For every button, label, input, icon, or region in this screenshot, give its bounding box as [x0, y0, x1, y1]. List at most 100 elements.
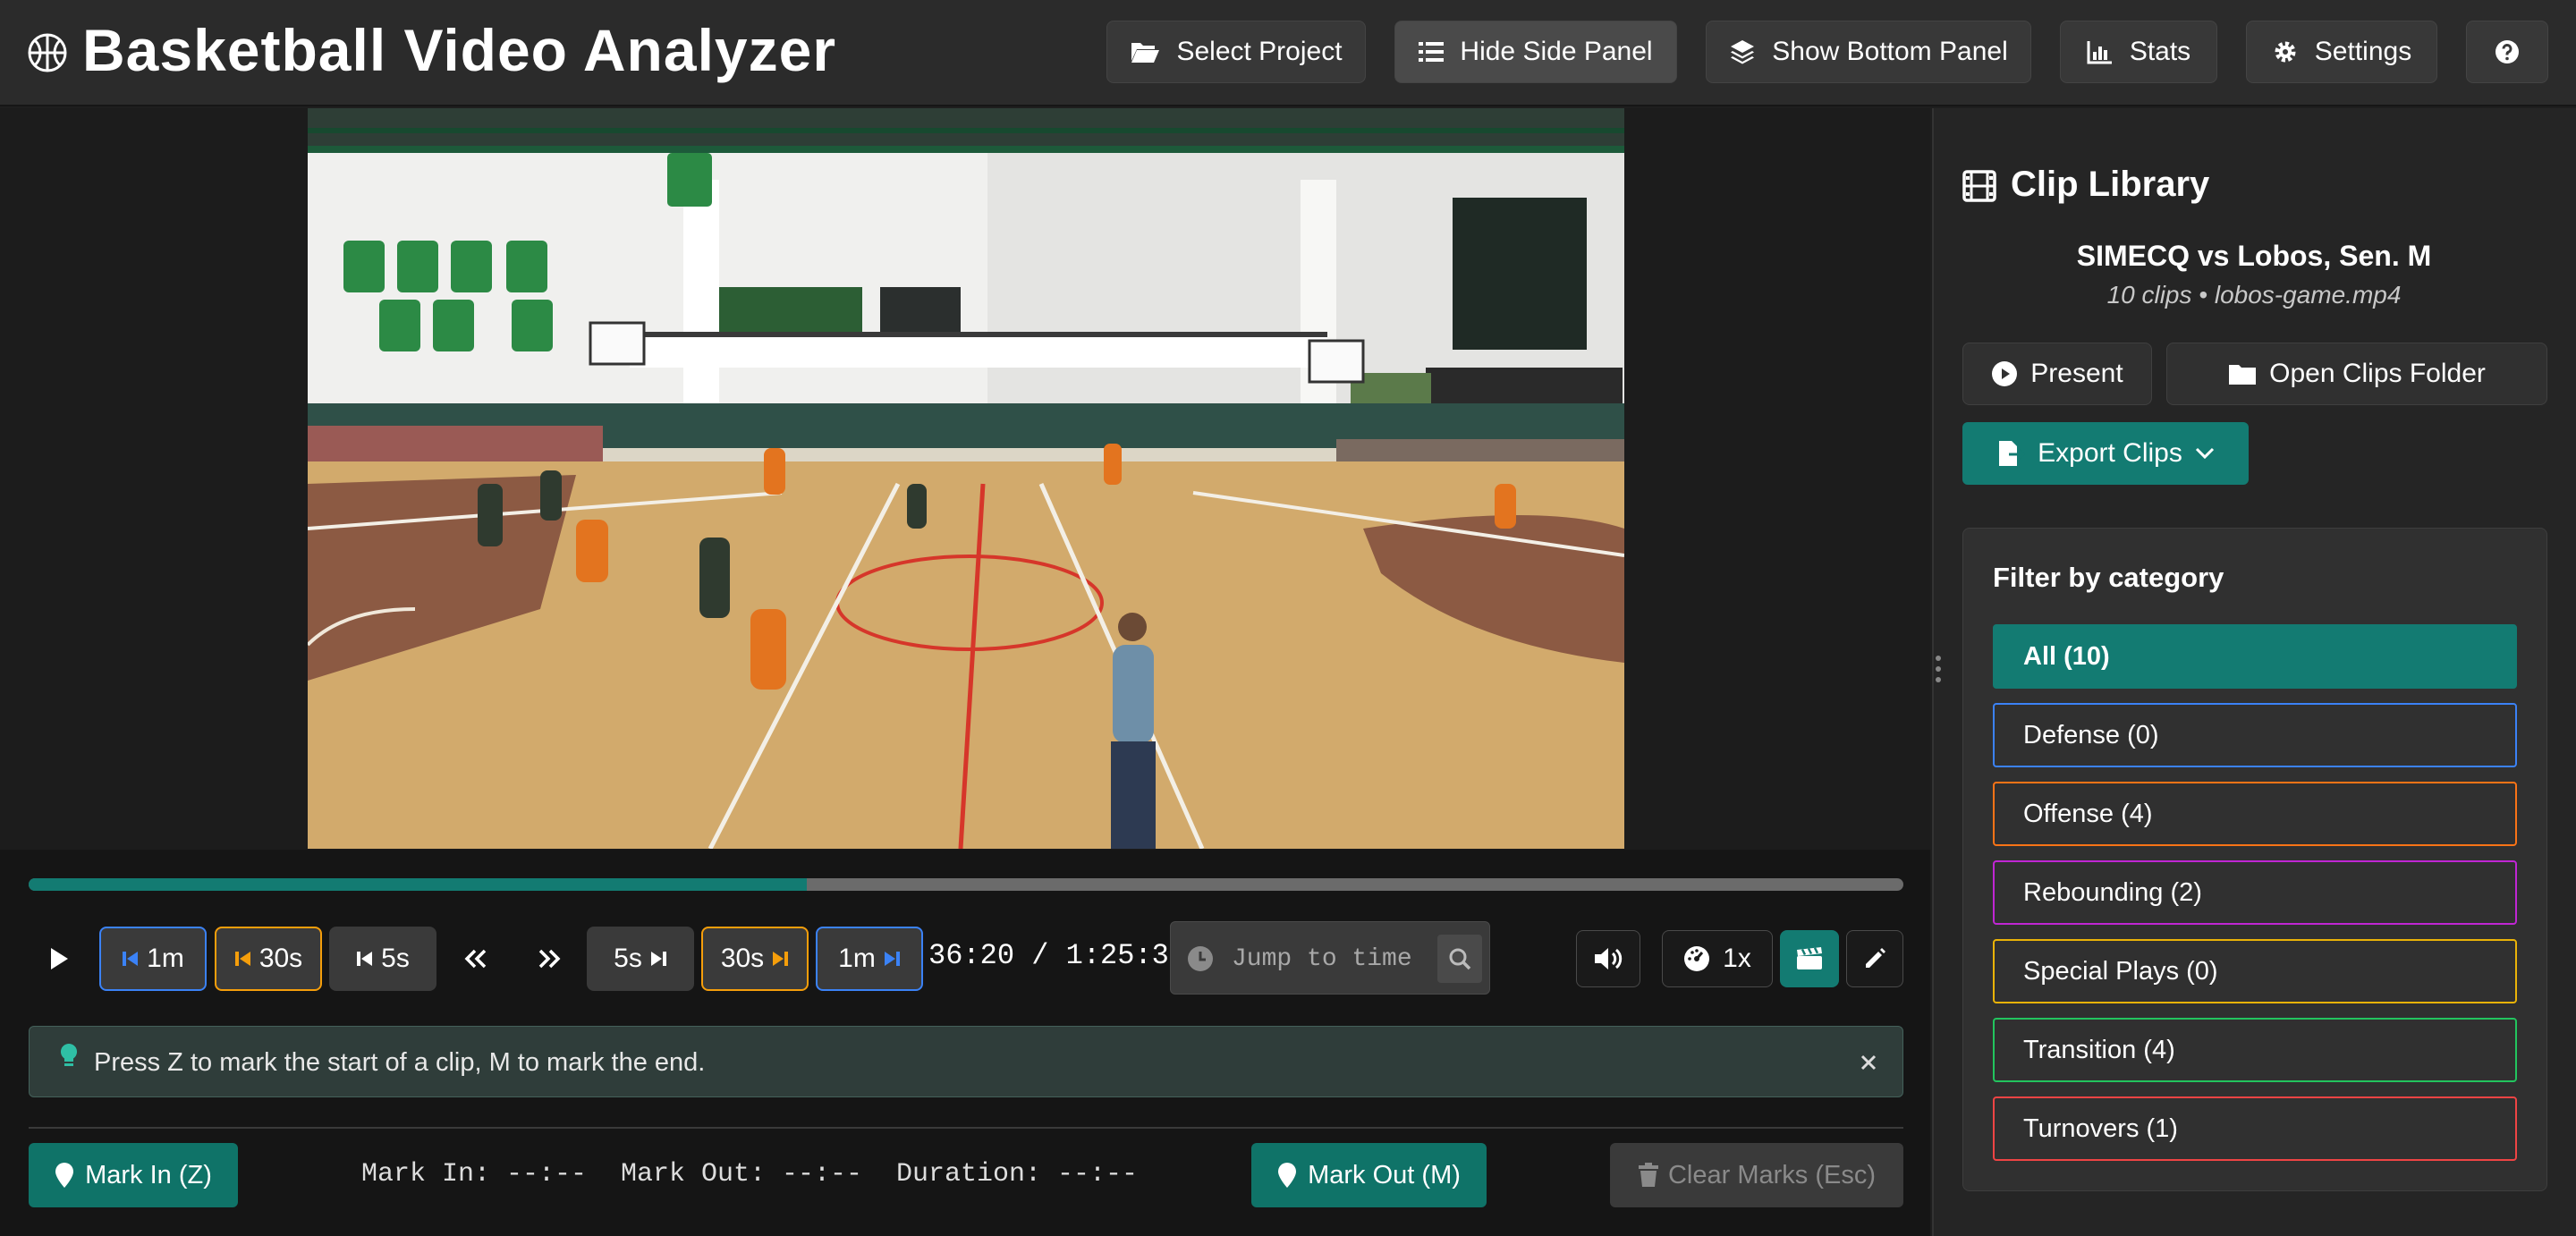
video-player[interactable] [308, 108, 1624, 849]
clip-mode-button[interactable] [1780, 930, 1839, 987]
mark-in-button-label: Mark In (Z) [85, 1160, 212, 1189]
skip-back-5s-button[interactable]: 5s [329, 927, 436, 991]
clear-marks-button[interactable]: Clear Marks (Esc) [1610, 1143, 1903, 1207]
help-button[interactable] [2466, 21, 2548, 83]
category-offense[interactable]: Offense (4) [1993, 782, 2517, 846]
category-turnovers[interactable]: Turnovers (1) [1993, 1096, 2517, 1161]
stats-label: Stats [2129, 37, 2191, 66]
present-label: Present [2030, 359, 2123, 388]
play-icon [49, 947, 69, 970]
question-circle-icon [2495, 39, 2520, 64]
skip-forward-1m-label: 1m [838, 944, 876, 973]
category-label: Special Plays (0) [2023, 956, 2218, 986]
playback-speed-label: 1x [1723, 944, 1751, 973]
present-button[interactable]: Present [1962, 343, 2152, 405]
chevron-down-icon [2195, 447, 2215, 460]
bar-chart-icon [2087, 39, 2114, 64]
project-name: SIMECQ vs Lobos, Sen. M [2076, 240, 2432, 272]
search-button[interactable] [1437, 935, 1482, 983]
app-title: Basketball Video Analyzer [82, 17, 837, 83]
export-clips-label: Export Clips [2038, 438, 2182, 468]
close-hint-button[interactable] [1852, 1046, 1885, 1079]
next-frame-button[interactable] [524, 927, 574, 991]
clear-marks-label: Clear Marks (Esc) [1667, 1160, 1876, 1189]
previous-frame-button[interactable] [451, 927, 501, 991]
mark-in-button[interactable]: Mark In (Z) [29, 1143, 238, 1207]
folder-open-icon [1130, 39, 1160, 64]
category-rebounding[interactable]: Rebounding (2) [1993, 860, 2517, 925]
mark-out-value: Mark Out: --:-- [621, 1159, 863, 1189]
open-clips-folder-button[interactable]: Open Clips Folder [2166, 343, 2547, 405]
category-label: Rebounding (2) [2023, 877, 2202, 907]
skip-forward-1m-button[interactable]: 1m [816, 927, 923, 991]
open-clips-folder-label: Open Clips Folder [2269, 359, 2486, 388]
clock-icon [1187, 945, 1214, 972]
play-circle-icon [1991, 360, 2018, 387]
skip-forward-5s-label: 5s [614, 944, 642, 973]
category-label: Offense (4) [2023, 799, 2153, 828]
category-defense[interactable]: Defense (0) [1993, 703, 2517, 767]
progress-bar[interactable] [29, 878, 1903, 891]
playback-speed-button[interactable]: 1x [1662, 930, 1773, 987]
skip-forward-30s-button[interactable]: 30s [701, 927, 809, 991]
export-clips-button[interactable]: Export Clips [1962, 422, 2249, 485]
mark-out-button[interactable]: Mark Out (M) [1251, 1143, 1487, 1207]
search-icon [1448, 947, 1471, 970]
category-label: All (10) [2023, 641, 2110, 671]
map-marker-icon [55, 1162, 74, 1189]
play-button[interactable] [32, 927, 86, 991]
skip-back-1m-button[interactable]: 1m [99, 927, 207, 991]
step-forward-icon [649, 950, 667, 968]
volume-button[interactable] [1576, 930, 1640, 987]
trash-icon [1638, 1163, 1659, 1188]
double-chevron-left-icon [464, 949, 487, 969]
step-forward-icon [771, 950, 789, 968]
hint-text: Press Z to mark the start of a clip, M t… [94, 1048, 706, 1077]
category-transition[interactable]: Transition (4) [1993, 1018, 2517, 1082]
folder-icon [2228, 362, 2257, 385]
select-project-label: Select Project [1176, 37, 1343, 66]
step-back-icon [122, 950, 140, 968]
jump-to-time-input[interactable] [1230, 938, 1421, 979]
progress-fill [29, 878, 807, 891]
close-icon [1860, 1054, 1877, 1071]
skip-back-1m-label: 1m [147, 944, 184, 973]
show-bottom-panel-label: Show Bottom Panel [1772, 37, 2008, 66]
clip-library-title: Clip Library [2011, 165, 2210, 204]
duration-value: Duration: --:-- [896, 1159, 1139, 1189]
filter-title: Filter by category [1993, 562, 2224, 593]
volume-icon [1593, 946, 1623, 971]
double-chevron-right-icon [538, 949, 561, 969]
hide-side-panel-label: Hide Side Panel [1460, 37, 1653, 66]
film-icon [1962, 170, 1996, 202]
step-back-icon [356, 950, 374, 968]
clapperboard-icon [1795, 946, 1824, 971]
category-label: Transition (4) [2023, 1035, 2175, 1064]
skip-forward-5s-button[interactable]: 5s [587, 927, 694, 991]
category-label: Turnovers (1) [2023, 1113, 2178, 1143]
skip-forward-30s-label: 30s [720, 944, 765, 973]
step-back-icon [234, 950, 252, 968]
project-meta: 10 clips • lobos-game.mp4 [2106, 281, 2402, 309]
category-special-plays[interactable]: Special Plays (0) [1993, 939, 2517, 1003]
file-export-icon [1996, 439, 2026, 468]
settings-button[interactable]: Settings [2246, 21, 2437, 83]
show-bottom-panel-button[interactable]: Show Bottom Panel [1706, 21, 2031, 83]
jump-to-time [1170, 921, 1490, 995]
video-frame [308, 108, 1624, 849]
mark-out-button-label: Mark Out (M) [1308, 1160, 1461, 1189]
mark-in-value: Mark In: --:-- [361, 1159, 588, 1189]
skip-back-30s-button[interactable]: 30s [215, 927, 322, 991]
category-all[interactable]: All (10) [1993, 624, 2517, 689]
category-label: Defense (0) [2023, 720, 2159, 749]
layers-icon [1729, 38, 1756, 65]
stats-button[interactable]: Stats [2060, 21, 2217, 83]
select-project-button[interactable]: Select Project [1106, 21, 1366, 83]
hint-banner: Press Z to mark the start of a clip, M t… [29, 1026, 1903, 1097]
resize-handle[interactable] [1932, 653, 1945, 685]
hide-side-panel-button[interactable]: Hide Side Panel [1394, 21, 1677, 83]
list-icon [1419, 40, 1445, 63]
time-display: 36:20 / 1:25:39 [928, 939, 1187, 972]
lightbulb-icon [60, 1043, 78, 1070]
edit-button[interactable] [1846, 930, 1903, 987]
